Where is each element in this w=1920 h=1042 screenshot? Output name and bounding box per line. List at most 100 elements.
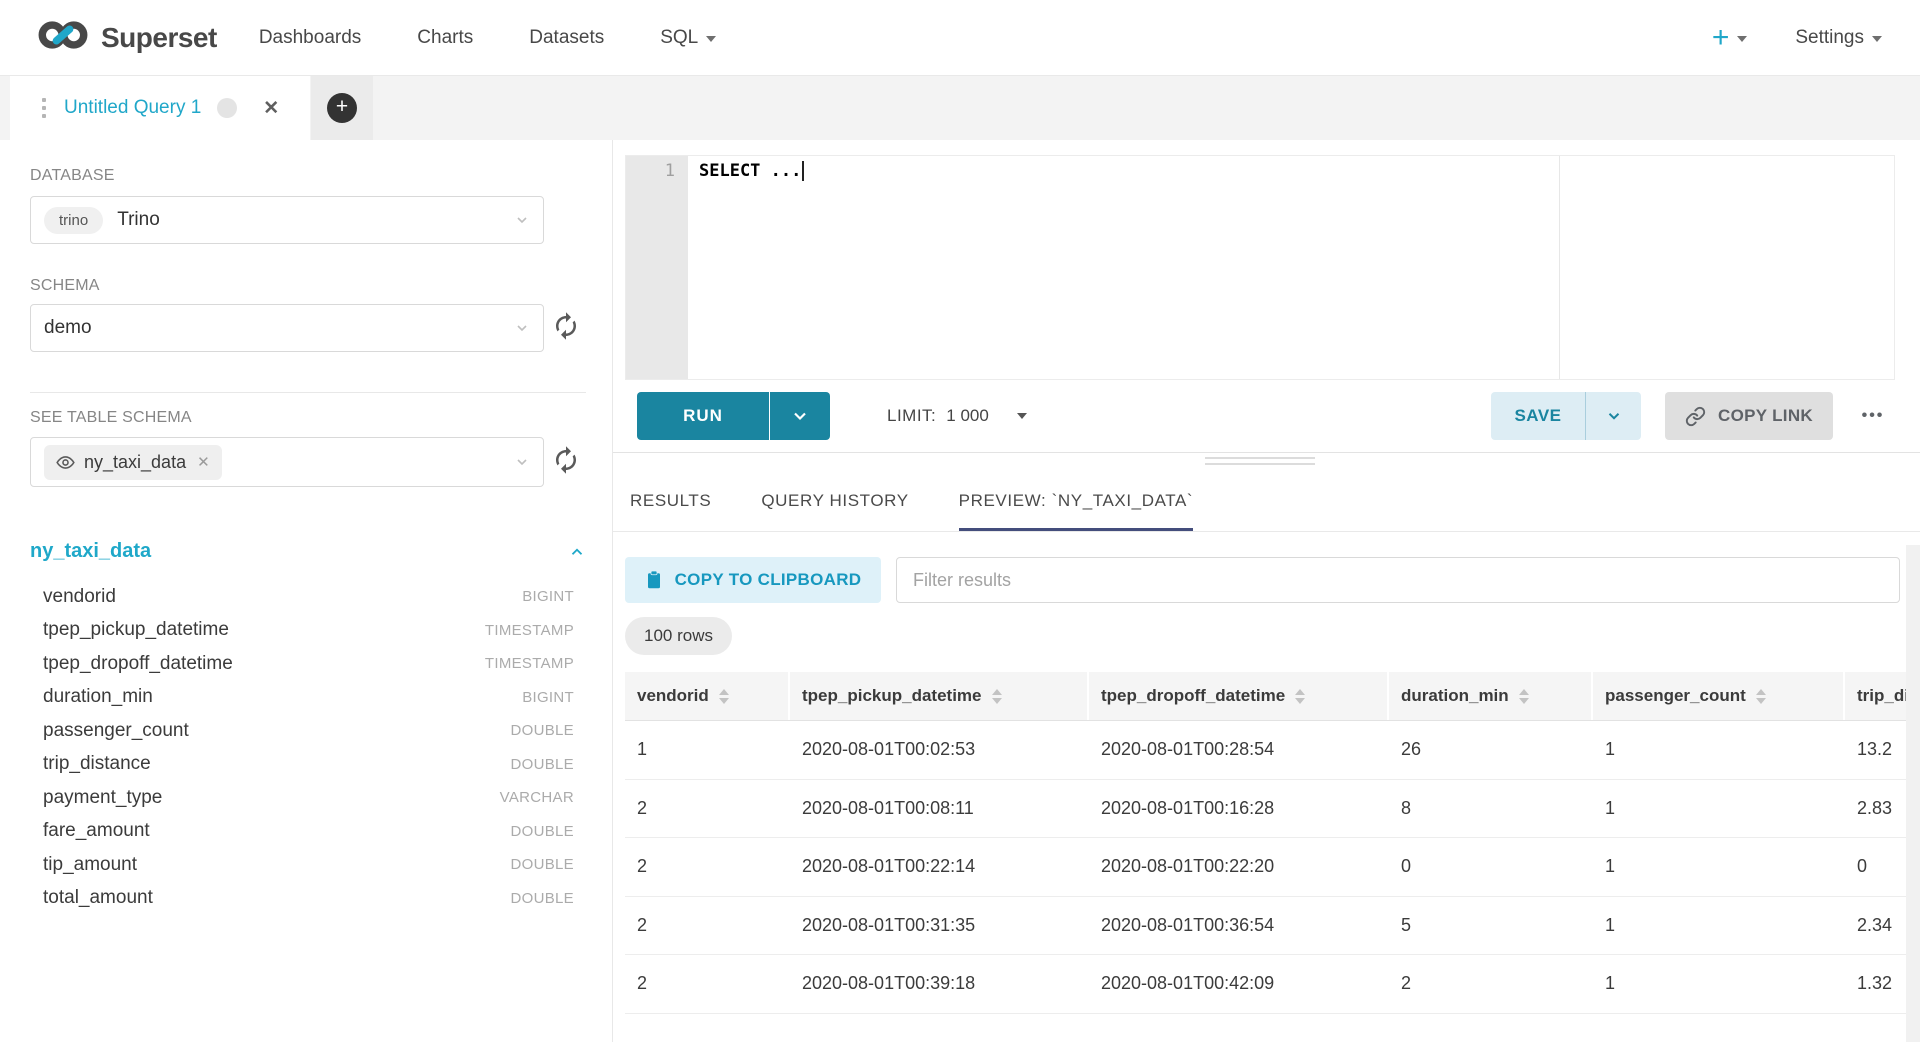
row-count-badge: 100 rows bbox=[625, 617, 732, 655]
chevron-down-icon bbox=[1872, 36, 1882, 42]
run-button[interactable]: RUN bbox=[637, 392, 769, 440]
results-table: vendorid tpep_pickup_datetime tpep_dropo… bbox=[625, 672, 1906, 1020]
nav-dashboards[interactable]: Dashboards bbox=[259, 27, 361, 49]
sql-rest: ... bbox=[760, 161, 801, 181]
schema-label: SCHEMA bbox=[30, 277, 100, 295]
editor-toolbar: RUN LIMIT: 1 000 SAVE COPY LINK ••• bbox=[625, 392, 1895, 440]
refresh-table-icon[interactable] bbox=[551, 445, 585, 479]
schema-select[interactable]: demo bbox=[30, 304, 544, 352]
table-row: 2 2020-08-01T00:22:14 2020-08-01T00:22:2… bbox=[625, 838, 1906, 897]
tab-query-history[interactable]: QUERY HISTORY bbox=[761, 470, 908, 532]
table-column-row: tpep_pickup_datetime TIMESTAMP bbox=[30, 614, 586, 648]
sort-icon[interactable] bbox=[1519, 689, 1529, 704]
sidebar-divider bbox=[30, 392, 586, 393]
caret-down-icon bbox=[1017, 413, 1027, 419]
copy-link-button[interactable]: COPY LINK bbox=[1665, 392, 1833, 440]
superset-logo-icon bbox=[34, 17, 92, 58]
sql-keyword: SELECT bbox=[699, 161, 760, 181]
column-header-trip-distance[interactable]: trip_distance bbox=[1845, 672, 1906, 720]
drag-handle-icon[interactable] bbox=[42, 98, 46, 118]
run-button-group: RUN bbox=[637, 392, 830, 440]
column-header-tpep-pickup-datetime[interactable]: tpep_pickup_datetime bbox=[790, 672, 1089, 720]
table-row: 2 2020-08-01T00:08:11 2020-08-01T00:16:2… bbox=[625, 780, 1906, 839]
close-tab-icon[interactable]: ✕ bbox=[263, 97, 279, 120]
remove-table-icon[interactable]: ✕ bbox=[197, 453, 210, 471]
run-options-button[interactable] bbox=[770, 392, 830, 440]
add-tab-button[interactable]: + bbox=[327, 93, 357, 123]
table-schema-header[interactable]: ny_taxi_data bbox=[30, 540, 586, 563]
table-name: ny_taxi_data bbox=[30, 540, 151, 563]
sql-editor[interactable]: 1 SELECT ... bbox=[625, 155, 1895, 380]
save-button[interactable]: SAVE bbox=[1491, 392, 1585, 440]
table-pill: ny_taxi_data ✕ bbox=[44, 445, 222, 480]
column-header-vendorid[interactable]: vendorid bbox=[625, 672, 790, 720]
chevron-down-icon bbox=[514, 320, 530, 341]
copy-to-clipboard-button[interactable]: COPY TO CLIPBOARD bbox=[625, 557, 881, 603]
editor-gutter: 1 bbox=[626, 156, 688, 379]
table-select[interactable]: ny_taxi_data ✕ bbox=[30, 437, 544, 487]
nav-datasets[interactable]: Datasets bbox=[529, 27, 604, 49]
sort-icon[interactable] bbox=[719, 689, 729, 704]
top-navbar: Superset Dashboards Charts Datasets SQL … bbox=[0, 0, 1920, 76]
superset-logo[interactable]: Superset bbox=[34, 17, 217, 58]
table-column-row: trip_distance DOUBLE bbox=[30, 748, 586, 782]
table-column-row: total_amount DOUBLE bbox=[30, 882, 586, 916]
query-status-dot bbox=[217, 98, 237, 118]
tabs-bottom-border bbox=[613, 531, 1920, 532]
database-value: Trino bbox=[117, 209, 160, 231]
table-column-row: duration_min BIGINT bbox=[30, 681, 586, 715]
sort-icon[interactable] bbox=[1756, 689, 1766, 704]
query-tab-title: Untitled Query 1 bbox=[64, 97, 201, 119]
sqllab-sidebar: DATABASE trino Trino SCHEMA demo SEE TAB… bbox=[0, 140, 613, 1042]
sort-icon[interactable] bbox=[1295, 689, 1305, 704]
table-column-row: tip_amount DOUBLE bbox=[30, 848, 586, 882]
database-label: DATABASE bbox=[30, 167, 115, 185]
sort-icon[interactable] bbox=[992, 689, 1002, 704]
eye-icon bbox=[56, 453, 75, 472]
more-actions-button[interactable]: ••• bbox=[1851, 392, 1895, 440]
nav-sql[interactable]: SQL bbox=[660, 27, 716, 49]
settings-menu[interactable]: Settings bbox=[1795, 27, 1882, 49]
save-button-group: SAVE bbox=[1491, 392, 1641, 440]
query-tabbar: Untitled Query 1 ✕ + bbox=[0, 76, 1920, 140]
database-select[interactable]: trino Trino bbox=[30, 196, 544, 244]
editor-print-margin bbox=[1559, 156, 1560, 379]
table-column-row: tpep_dropoff_datetime TIMESTAMP bbox=[30, 647, 586, 681]
results-tabs: RESULTS QUERY HISTORY PREVIEW: `NY_TAXI_… bbox=[630, 470, 1193, 532]
column-header-tpep-dropoff-datetime[interactable]: tpep_dropoff_datetime bbox=[1089, 672, 1389, 720]
column-header-duration-min[interactable]: duration_min bbox=[1389, 672, 1593, 720]
nav-charts[interactable]: Charts bbox=[417, 27, 473, 49]
limit-value: 1 000 bbox=[946, 406, 989, 426]
table-column-row: payment_type VARCHAR bbox=[30, 781, 586, 815]
filter-results-input[interactable] bbox=[896, 557, 1900, 603]
tab-preview-ny-taxi-data[interactable]: PREVIEW: `NY_TAXI_DATA` bbox=[959, 470, 1194, 532]
chevron-down-icon bbox=[514, 454, 530, 475]
link-icon bbox=[1685, 406, 1706, 427]
chevron-down-icon bbox=[514, 212, 530, 233]
new-item-button[interactable]: + bbox=[1712, 23, 1748, 53]
vertical-scrollbar[interactable] bbox=[1906, 545, 1920, 1042]
limit-label: LIMIT: bbox=[887, 406, 936, 426]
add-tab-area: + bbox=[311, 76, 373, 140]
table-column-row: passenger_count DOUBLE bbox=[30, 714, 586, 748]
collapse-chevron-up-icon[interactable] bbox=[568, 543, 586, 561]
table-column-row: fare_amount DOUBLE bbox=[30, 815, 586, 849]
results-table-header: vendorid tpep_pickup_datetime tpep_dropo… bbox=[625, 672, 1906, 721]
limit-dropdown[interactable]: LIMIT: 1 000 bbox=[887, 392, 1027, 440]
chevron-down-icon bbox=[706, 36, 716, 42]
chevron-down-icon bbox=[1605, 407, 1623, 425]
schema-value: demo bbox=[44, 317, 92, 339]
pane-resize-handle[interactable] bbox=[1205, 457, 1315, 469]
save-options-button[interactable] bbox=[1586, 392, 1641, 440]
editor-code-line[interactable]: SELECT ... bbox=[699, 161, 804, 181]
main-nav: Dashboards Charts Datasets SQL bbox=[259, 27, 716, 49]
table-row: 1 2020-08-01T00:02:53 2020-08-01T00:28:5… bbox=[625, 721, 1906, 780]
tab-results[interactable]: RESULTS bbox=[630, 470, 711, 532]
column-header-passenger-count[interactable]: passenger_count bbox=[1593, 672, 1845, 720]
refresh-schema-icon[interactable] bbox=[551, 311, 585, 345]
database-tag: trino bbox=[44, 207, 103, 234]
table-row: 2 2020-08-01T00:39:18 2020-08-01T00:42:0… bbox=[625, 955, 1906, 1014]
chevron-down-icon bbox=[790, 406, 810, 426]
query-tab[interactable]: Untitled Query 1 ✕ bbox=[10, 76, 310, 140]
table-schema-label: SEE TABLE SCHEMA bbox=[30, 409, 192, 427]
